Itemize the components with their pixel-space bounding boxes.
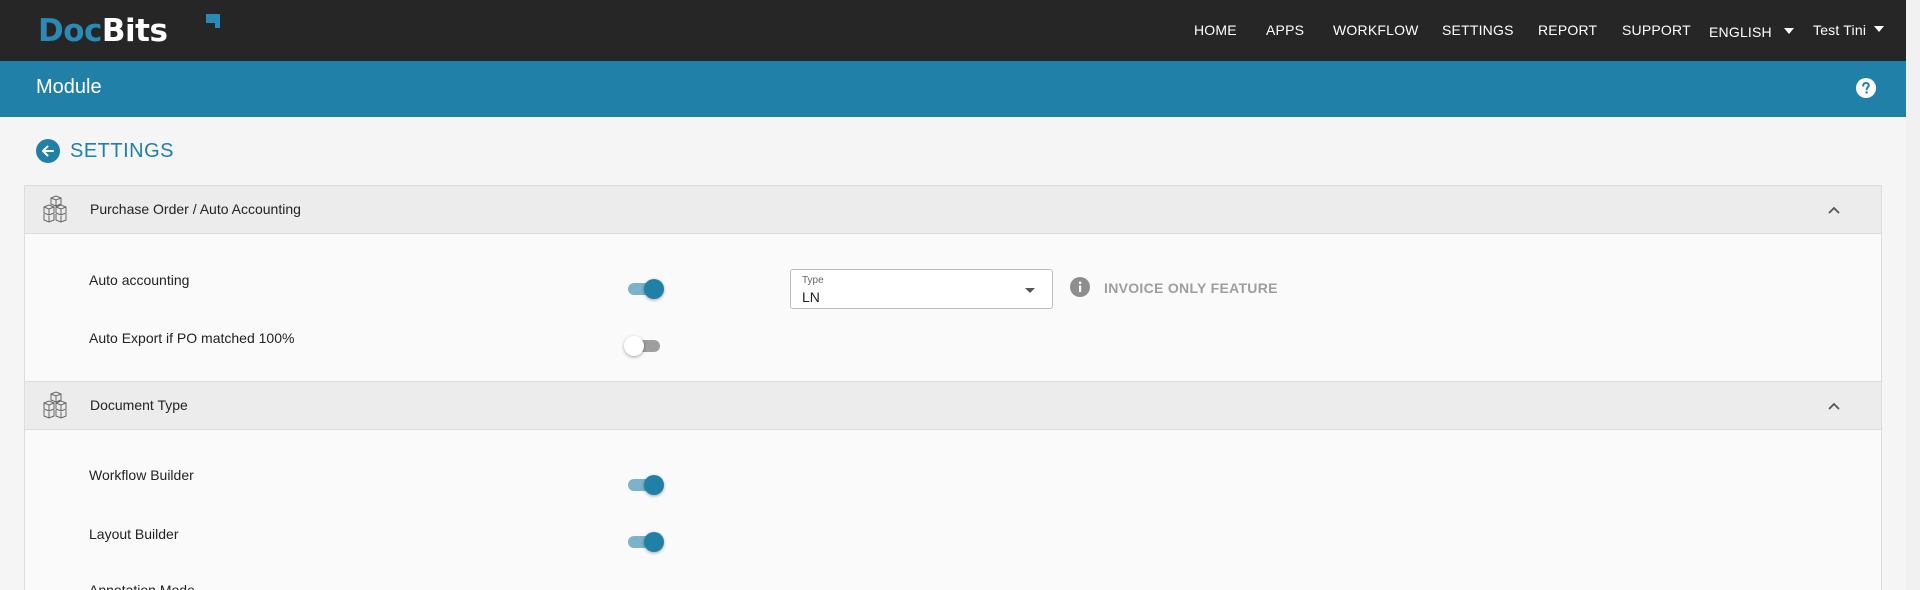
nav-report[interactable]: REPORT [1538,22,1597,38]
chevron-up-icon[interactable] [1827,399,1841,413]
panel-document-type: Document Type [24,381,1882,590]
row-label-annotation-mode: Annotation Mode [89,582,195,590]
row-label-layout-builder: Layout Builder [89,526,179,542]
nav-support[interactable]: SUPPORT [1622,22,1691,38]
language-dropdown[interactable]: ENGLISH [1709,24,1794,40]
user-caret-icon [1874,26,1885,33]
top-navbar: DocBits HOME APPS WORKFLOW SETTINGS REPO… [0,0,1906,61]
chevron-up-icon[interactable] [1827,203,1841,217]
panel-title: Purchase Order / Auto Accounting [90,201,301,217]
settings-title: SETTINGS [70,140,175,162]
nav-home[interactable]: HOME [1194,22,1237,38]
language-caret-icon [1783,28,1794,35]
module-header-bar: Module [0,61,1906,117]
logo-mark-icon [206,14,220,28]
toggle-thumb [624,336,644,356]
info-icon [1070,277,1090,297]
workflow-builder-toggle[interactable] [626,473,664,497]
type-select[interactable]: Type LN [790,269,1053,309]
page-scrollbar[interactable] [1906,0,1920,590]
nav-workflow[interactable]: WORKFLOW [1333,22,1419,38]
logo-doc-text: Doc [38,13,102,49]
cubes-icon [43,391,67,419]
user-name: Test Tini [1813,22,1867,38]
module-title: Module [36,76,102,98]
docbits-logo[interactable]: DocBits [38,12,220,50]
nav-settings[interactable]: SETTINGS [1442,22,1514,38]
nav-apps[interactable]: APPS [1266,22,1304,38]
language-label: ENGLISH [1709,24,1772,40]
panel-document-type-header[interactable]: Document Type [25,382,1881,430]
panel-title: Document Type [90,397,188,413]
row-label-workflow-builder: Workflow Builder [89,467,194,483]
layout-builder-toggle[interactable] [626,530,664,554]
logo-bits-text: Bits [101,13,168,49]
auto-export-toggle[interactable] [624,334,662,358]
type-select-label: Type [802,275,824,286]
user-menu[interactable]: Test Tini [1813,22,1885,38]
cubes-icon [43,195,67,223]
help-icon[interactable] [1856,78,1876,98]
row-label-auto-accounting: Auto accounting [89,272,190,288]
toggle-thumb [644,279,664,299]
toggle-thumb [644,475,664,495]
panel-purchase-order-header[interactable]: Purchase Order / Auto Accounting [25,186,1881,234]
back-arrow-icon[interactable] [36,139,60,163]
dropdown-caret-icon [1025,288,1035,293]
row-label-auto-export: Auto Export if PO matched 100% [89,330,295,346]
type-select-value: LN [802,289,820,305]
invoice-only-feature-note: INVOICE ONLY FEATURE [1104,280,1278,296]
toggle-thumb [644,532,664,552]
auto-accounting-toggle[interactable] [626,277,664,301]
